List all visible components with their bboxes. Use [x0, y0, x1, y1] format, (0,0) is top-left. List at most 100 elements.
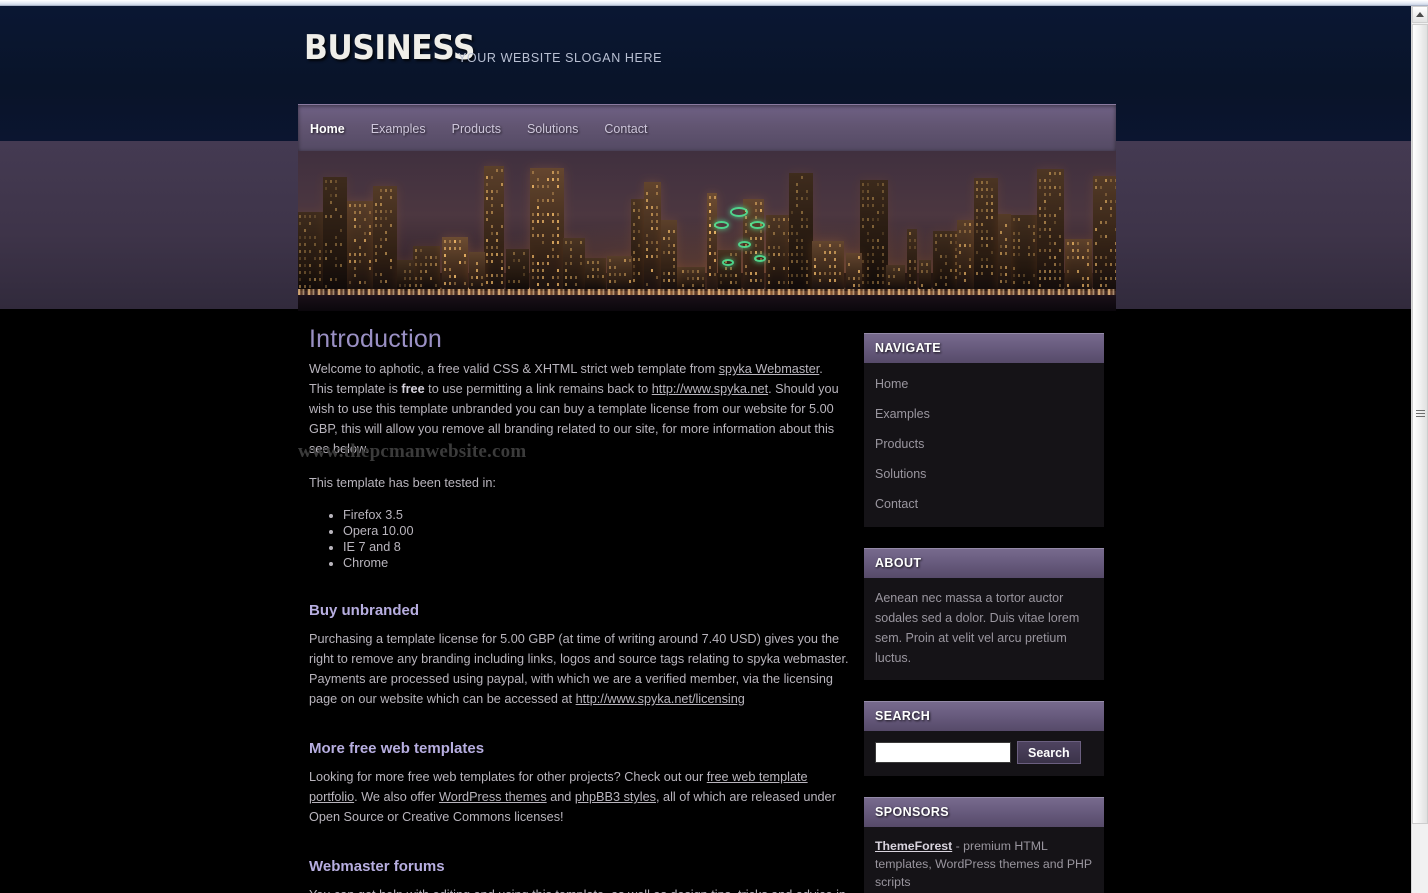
window-light — [735, 274, 737, 277]
window-light — [518, 280, 520, 283]
window-light — [969, 244, 971, 247]
link-spyka-webmaster[interactable]: spyka Webmaster — [719, 362, 820, 376]
window-light — [1033, 239, 1035, 242]
sidebar-link-contact[interactable]: Contact — [864, 489, 1104, 519]
nav-item-home[interactable]: Home — [310, 120, 345, 138]
window-light — [867, 274, 869, 277]
window-light — [304, 257, 306, 260]
panel-sponsors: SPONSORS ThemeForest - premium HTML temp… — [864, 797, 1104, 893]
sidebar-link-examples[interactable]: Examples — [864, 399, 1104, 429]
search-button[interactable]: Search — [1017, 741, 1081, 764]
nav-item-solutions[interactable]: Solutions — [527, 120, 578, 138]
window-light — [778, 253, 780, 256]
nav-link-home[interactable]: Home — [310, 122, 345, 136]
search-input[interactable] — [875, 742, 1011, 763]
window-light — [1087, 256, 1089, 259]
building — [413, 246, 440, 289]
window-light — [755, 244, 757, 247]
window-light — [829, 251, 831, 254]
window-light — [909, 281, 911, 284]
window-light — [464, 261, 466, 264]
window-light — [575, 283, 577, 286]
nav-link-products[interactable]: Products — [452, 122, 501, 136]
nav-item-products[interactable]: Products — [452, 120, 501, 138]
nav-item-examples[interactable]: Examples — [371, 120, 426, 138]
sidebar-item-solutions[interactable]: Solutions — [864, 459, 1104, 489]
window-light — [976, 216, 978, 219]
window-light — [1044, 249, 1046, 252]
window-light — [959, 244, 961, 247]
nav-link-solutions[interactable]: Solutions — [527, 122, 578, 136]
window-light — [430, 263, 432, 266]
window-light — [390, 189, 392, 192]
window-light — [1059, 284, 1061, 287]
scrollbar-thumb[interactable] — [1412, 24, 1428, 824]
window-light — [976, 195, 978, 198]
window-light — [709, 196, 711, 199]
window-light — [651, 206, 653, 209]
sidebar-item-contact[interactable]: Contact — [864, 489, 1104, 519]
window-light — [633, 223, 635, 226]
window-light — [882, 246, 884, 249]
link-spyka-net[interactable]: http://www.spyka.net — [652, 382, 768, 396]
nav-item-contact[interactable]: Contact — [604, 120, 647, 138]
window-light — [597, 268, 599, 271]
link-themeforest[interactable]: ThemeForest — [875, 839, 952, 853]
link-wordpress-themes[interactable]: WordPress themes — [439, 790, 547, 804]
link-phpbb3-styles[interactable]: phpBB3 styles — [575, 790, 656, 804]
window-light — [882, 190, 884, 193]
site-logo[interactable]: BUSINESS — [304, 28, 475, 68]
window-light — [299, 264, 301, 267]
window-light — [682, 284, 684, 287]
window-light — [1100, 207, 1102, 210]
window-light — [1054, 186, 1056, 189]
grip-icon — [1416, 410, 1425, 419]
scroll-up-button[interactable] — [1412, 6, 1428, 23]
window-light — [523, 273, 525, 276]
window-light — [486, 190, 488, 193]
main-navigation[interactable]: Home Examples Products Solutions Contact — [298, 104, 1116, 151]
window-light — [542, 213, 544, 216]
window-light — [656, 192, 658, 195]
window-light — [1059, 193, 1061, 196]
window-light — [415, 249, 417, 252]
panel-about-body: Aenean nec massa a tortor auctor sodales… — [864, 578, 1104, 680]
window-light — [364, 204, 366, 207]
sidebar-item-home[interactable]: Home — [864, 369, 1104, 399]
window-light — [882, 183, 884, 186]
panel-navigate-body: Home Examples Products Solutions Contact — [864, 363, 1104, 527]
window-light — [1072, 256, 1074, 259]
window-light — [375, 259, 377, 262]
window-light — [449, 275, 451, 278]
window-light — [1028, 246, 1030, 249]
window-light — [1039, 249, 1041, 252]
window-light — [364, 281, 366, 284]
window-light — [819, 279, 821, 282]
nav-link-contact[interactable]: Contact — [604, 122, 647, 136]
window-light — [709, 245, 711, 248]
building — [846, 253, 862, 289]
window-light — [877, 239, 879, 242]
sidebar-item-products[interactable]: Products — [864, 429, 1104, 459]
more-paragraph: Looking for more free web templates for … — [309, 767, 849, 827]
nav-link-examples[interactable]: Examples — [371, 122, 426, 136]
link-spyka-licensing[interactable]: http://www.spyka.net/licensing — [576, 692, 745, 706]
site-container: BUSINESS YOUR WEBSITE SLOGAN HERE Home E… — [298, 6, 1116, 893]
window-light — [969, 258, 971, 261]
window-light — [486, 246, 488, 249]
sidebar-link-solutions[interactable]: Solutions — [864, 459, 1104, 489]
window-light — [385, 217, 387, 220]
vertical-scrollbar[interactable] — [1411, 6, 1428, 893]
window-light — [547, 185, 549, 188]
window-light — [359, 260, 361, 263]
window-light — [580, 255, 582, 258]
sidebar-item-examples[interactable]: Examples — [864, 399, 1104, 429]
window-light — [668, 251, 670, 254]
window-light — [570, 241, 572, 244]
window-light — [801, 225, 803, 228]
sidebar-link-home[interactable]: Home — [864, 369, 1104, 399]
sidebar-link-products[interactable]: Products — [864, 429, 1104, 459]
window-light — [330, 201, 332, 204]
window-light — [1100, 277, 1102, 280]
window-light — [673, 272, 675, 275]
